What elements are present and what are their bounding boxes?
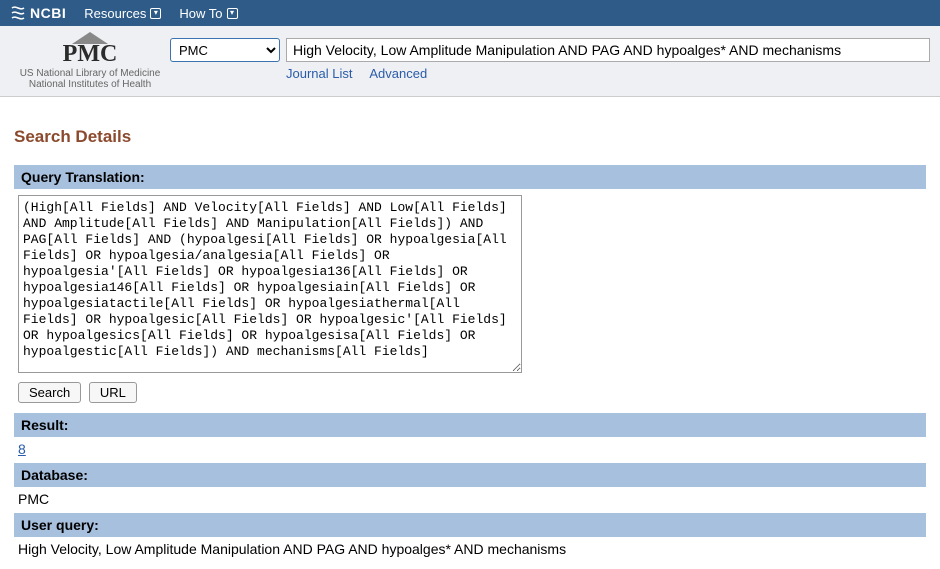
result-header: Result: <box>14 413 926 437</box>
query-translation-textarea[interactable]: (High[All Fields] AND Velocity[All Field… <box>18 195 522 373</box>
pmc-logo-block[interactable]: PMC US National Library of Medicine Nati… <box>10 32 170 90</box>
result-value-row: 8 <box>14 437 926 463</box>
pmc-subtitle-1: US National Library of Medicine <box>10 68 170 79</box>
result-count-link[interactable]: 8 <box>18 441 26 457</box>
search-row: PMC <box>170 38 930 62</box>
url-button[interactable]: URL <box>89 382 137 403</box>
nav-resources[interactable]: Resources ▾ <box>84 6 161 21</box>
database-header: Database: <box>14 463 926 487</box>
nav-howto-label: How To <box>179 6 222 21</box>
advanced-link[interactable]: Advanced <box>369 66 427 81</box>
search-button[interactable]: Search <box>18 382 81 403</box>
search-block: PMC Journal List Advanced <box>170 32 930 81</box>
ncbi-brand-text: NCBI <box>30 5 66 21</box>
pmc-logo-label: PMC <box>10 42 170 66</box>
header-bar: PMC US National Library of Medicine Nati… <box>0 26 940 97</box>
database-select[interactable]: PMC <box>170 38 280 62</box>
user-query-header: User query: <box>14 513 926 537</box>
chevron-down-icon: ▾ <box>227 8 238 19</box>
pmc-subtitle-2: National Institutes of Health <box>10 79 170 90</box>
query-translation-body: (High[All Fields] AND Velocity[All Field… <box>14 189 926 413</box>
ncbi-swirl-icon <box>10 5 26 21</box>
top-nav: NCBI Resources ▾ How To ▾ <box>0 0 940 26</box>
nav-resources-label: Resources <box>84 6 146 21</box>
ncbi-logo[interactable]: NCBI <box>10 5 66 21</box>
nav-howto[interactable]: How To ▾ <box>179 6 237 21</box>
database-value: PMC <box>14 487 926 513</box>
search-input[interactable] <box>286 38 930 62</box>
query-buttons-row: Search URL <box>18 382 922 403</box>
journal-list-link[interactable]: Journal List <box>286 66 352 81</box>
query-translation-header: Query Translation: <box>14 165 926 189</box>
content: Search Details Query Translation: (High[… <box>0 97 940 563</box>
user-query-value: High Velocity, Low Amplitude Manipulatio… <box>14 537 926 563</box>
page-title: Search Details <box>14 127 926 147</box>
chevron-down-icon: ▾ <box>150 8 161 19</box>
search-sublinks: Journal List Advanced <box>286 66 930 81</box>
